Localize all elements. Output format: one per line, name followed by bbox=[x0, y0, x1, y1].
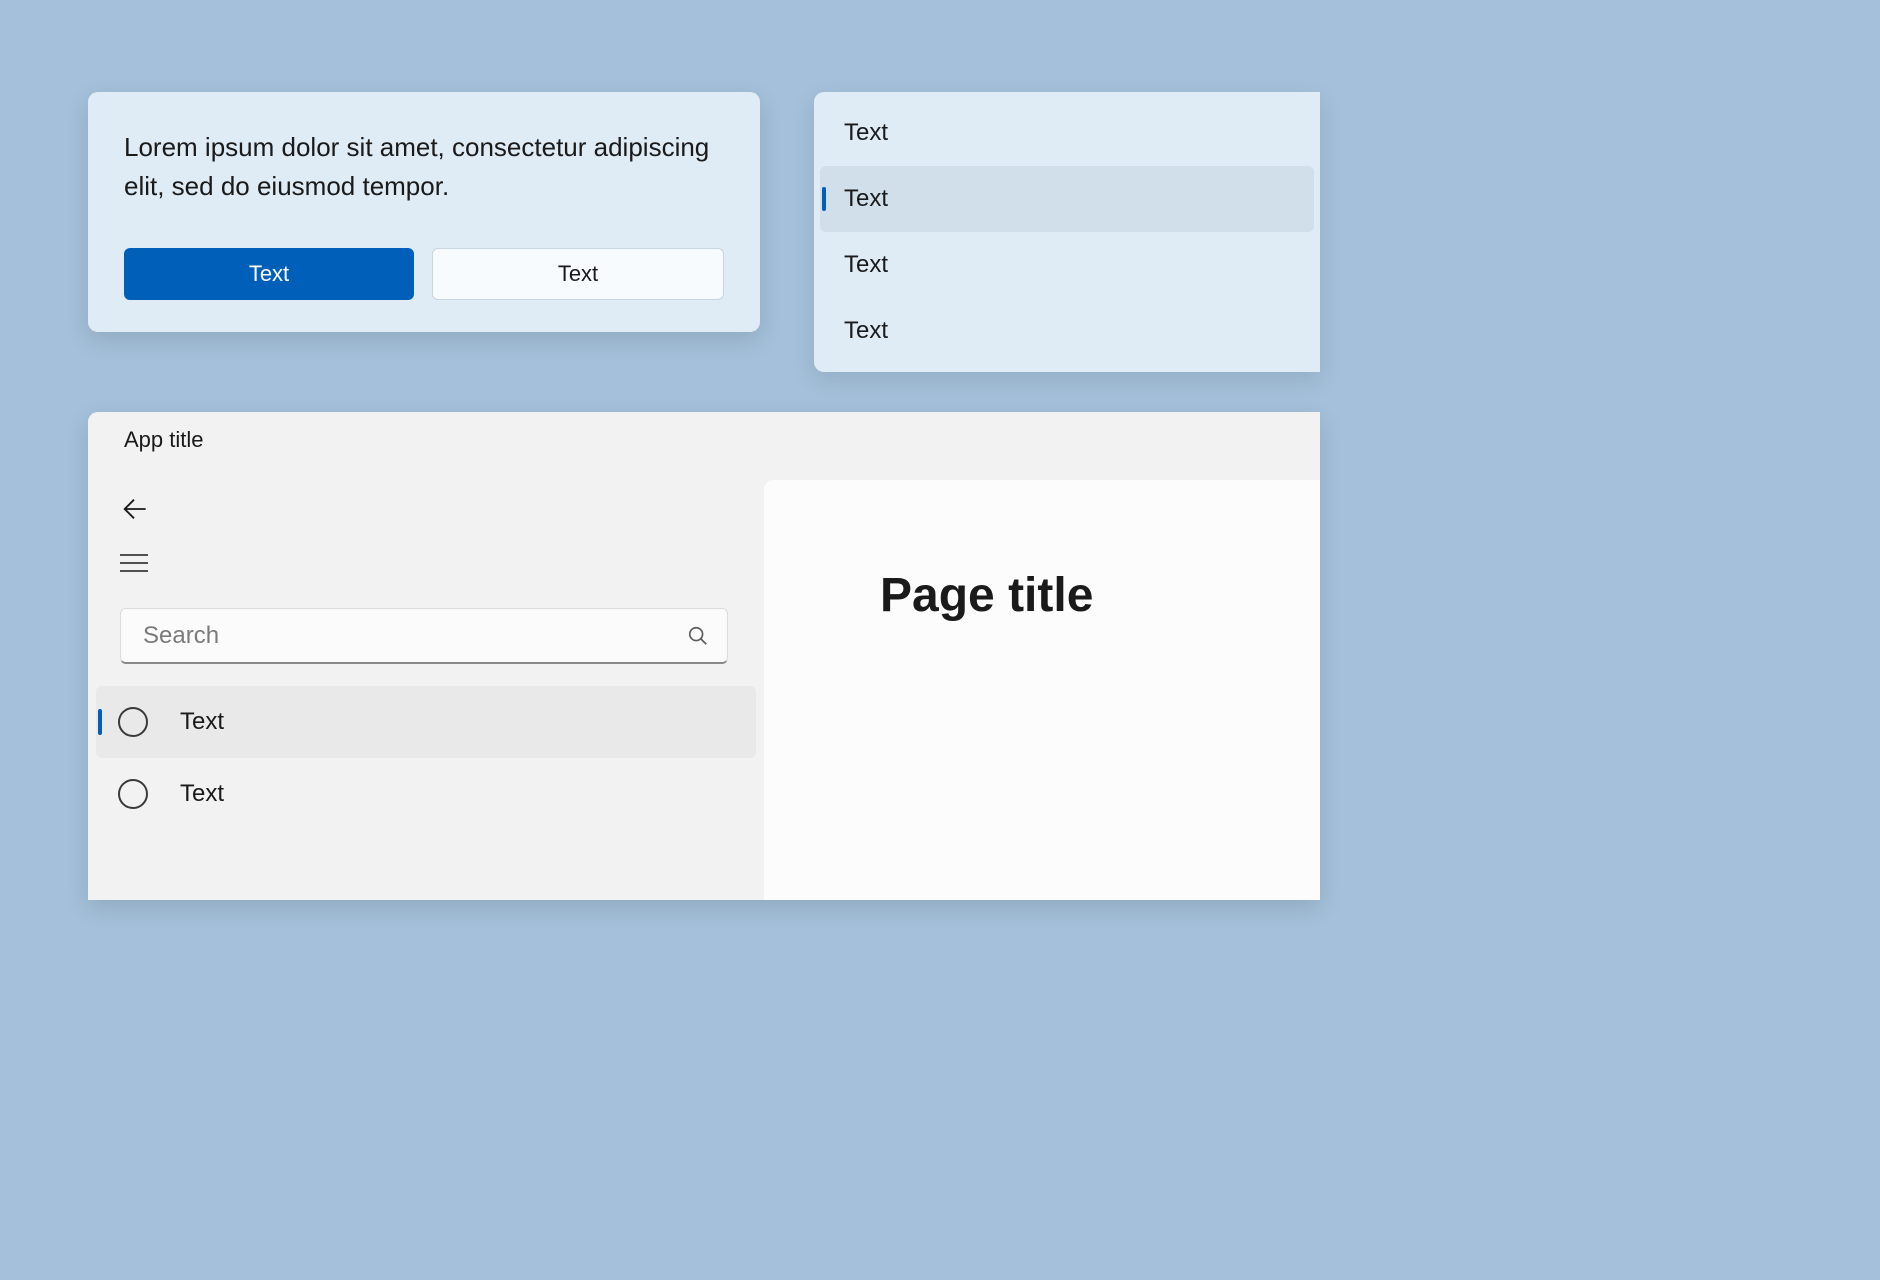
list-item[interactable]: Text bbox=[820, 166, 1314, 232]
list-item[interactable]: Text bbox=[814, 100, 1320, 166]
content-pane: Page title bbox=[764, 480, 1320, 900]
nav-item-label: Text bbox=[180, 780, 224, 808]
app-titlebar: App title bbox=[88, 412, 1320, 468]
nav-item[interactable]: Text bbox=[96, 758, 756, 830]
dialog-secondary-label: Text bbox=[558, 261, 598, 287]
navigation-sidebar: Text Text bbox=[88, 468, 764, 900]
nav-item-label: Text bbox=[180, 708, 224, 736]
dialog-primary-button[interactable]: Text bbox=[124, 248, 414, 300]
list-item-label: Text bbox=[844, 317, 888, 345]
back-button[interactable] bbox=[88, 482, 764, 536]
app-body: Text Text Page title bbox=[88, 468, 1320, 900]
list-item-label: Text bbox=[844, 251, 888, 279]
hamburger-button[interactable] bbox=[88, 536, 764, 590]
app-title-text: App title bbox=[124, 427, 204, 453]
nav-list: Text Text bbox=[88, 686, 764, 830]
dialog-card: Lorem ipsum dolor sit amet, consectetur … bbox=[88, 92, 760, 332]
list-item-label: Text bbox=[844, 185, 888, 213]
search-input[interactable] bbox=[143, 622, 687, 650]
search-box[interactable] bbox=[120, 608, 728, 664]
page-title: Page title bbox=[880, 568, 1320, 623]
dialog-body-text: Lorem ipsum dolor sit amet, consectetur … bbox=[124, 128, 724, 206]
circle-icon bbox=[118, 779, 148, 809]
search-icon bbox=[687, 625, 709, 647]
list-item-label: Text bbox=[844, 119, 888, 147]
dialog-button-row: Text Text bbox=[124, 248, 724, 300]
app-window: App title bbox=[88, 412, 1320, 900]
list-item[interactable]: Text bbox=[814, 232, 1320, 298]
nav-item[interactable]: Text bbox=[96, 686, 756, 758]
dialog-primary-label: Text bbox=[249, 261, 289, 287]
back-arrow-icon bbox=[120, 495, 148, 523]
list-item[interactable]: Text bbox=[814, 298, 1320, 364]
dialog-secondary-button[interactable]: Text bbox=[432, 248, 724, 300]
hamburger-icon bbox=[120, 553, 148, 573]
list-card: Text Text Text Text bbox=[814, 92, 1320, 372]
circle-icon bbox=[118, 707, 148, 737]
